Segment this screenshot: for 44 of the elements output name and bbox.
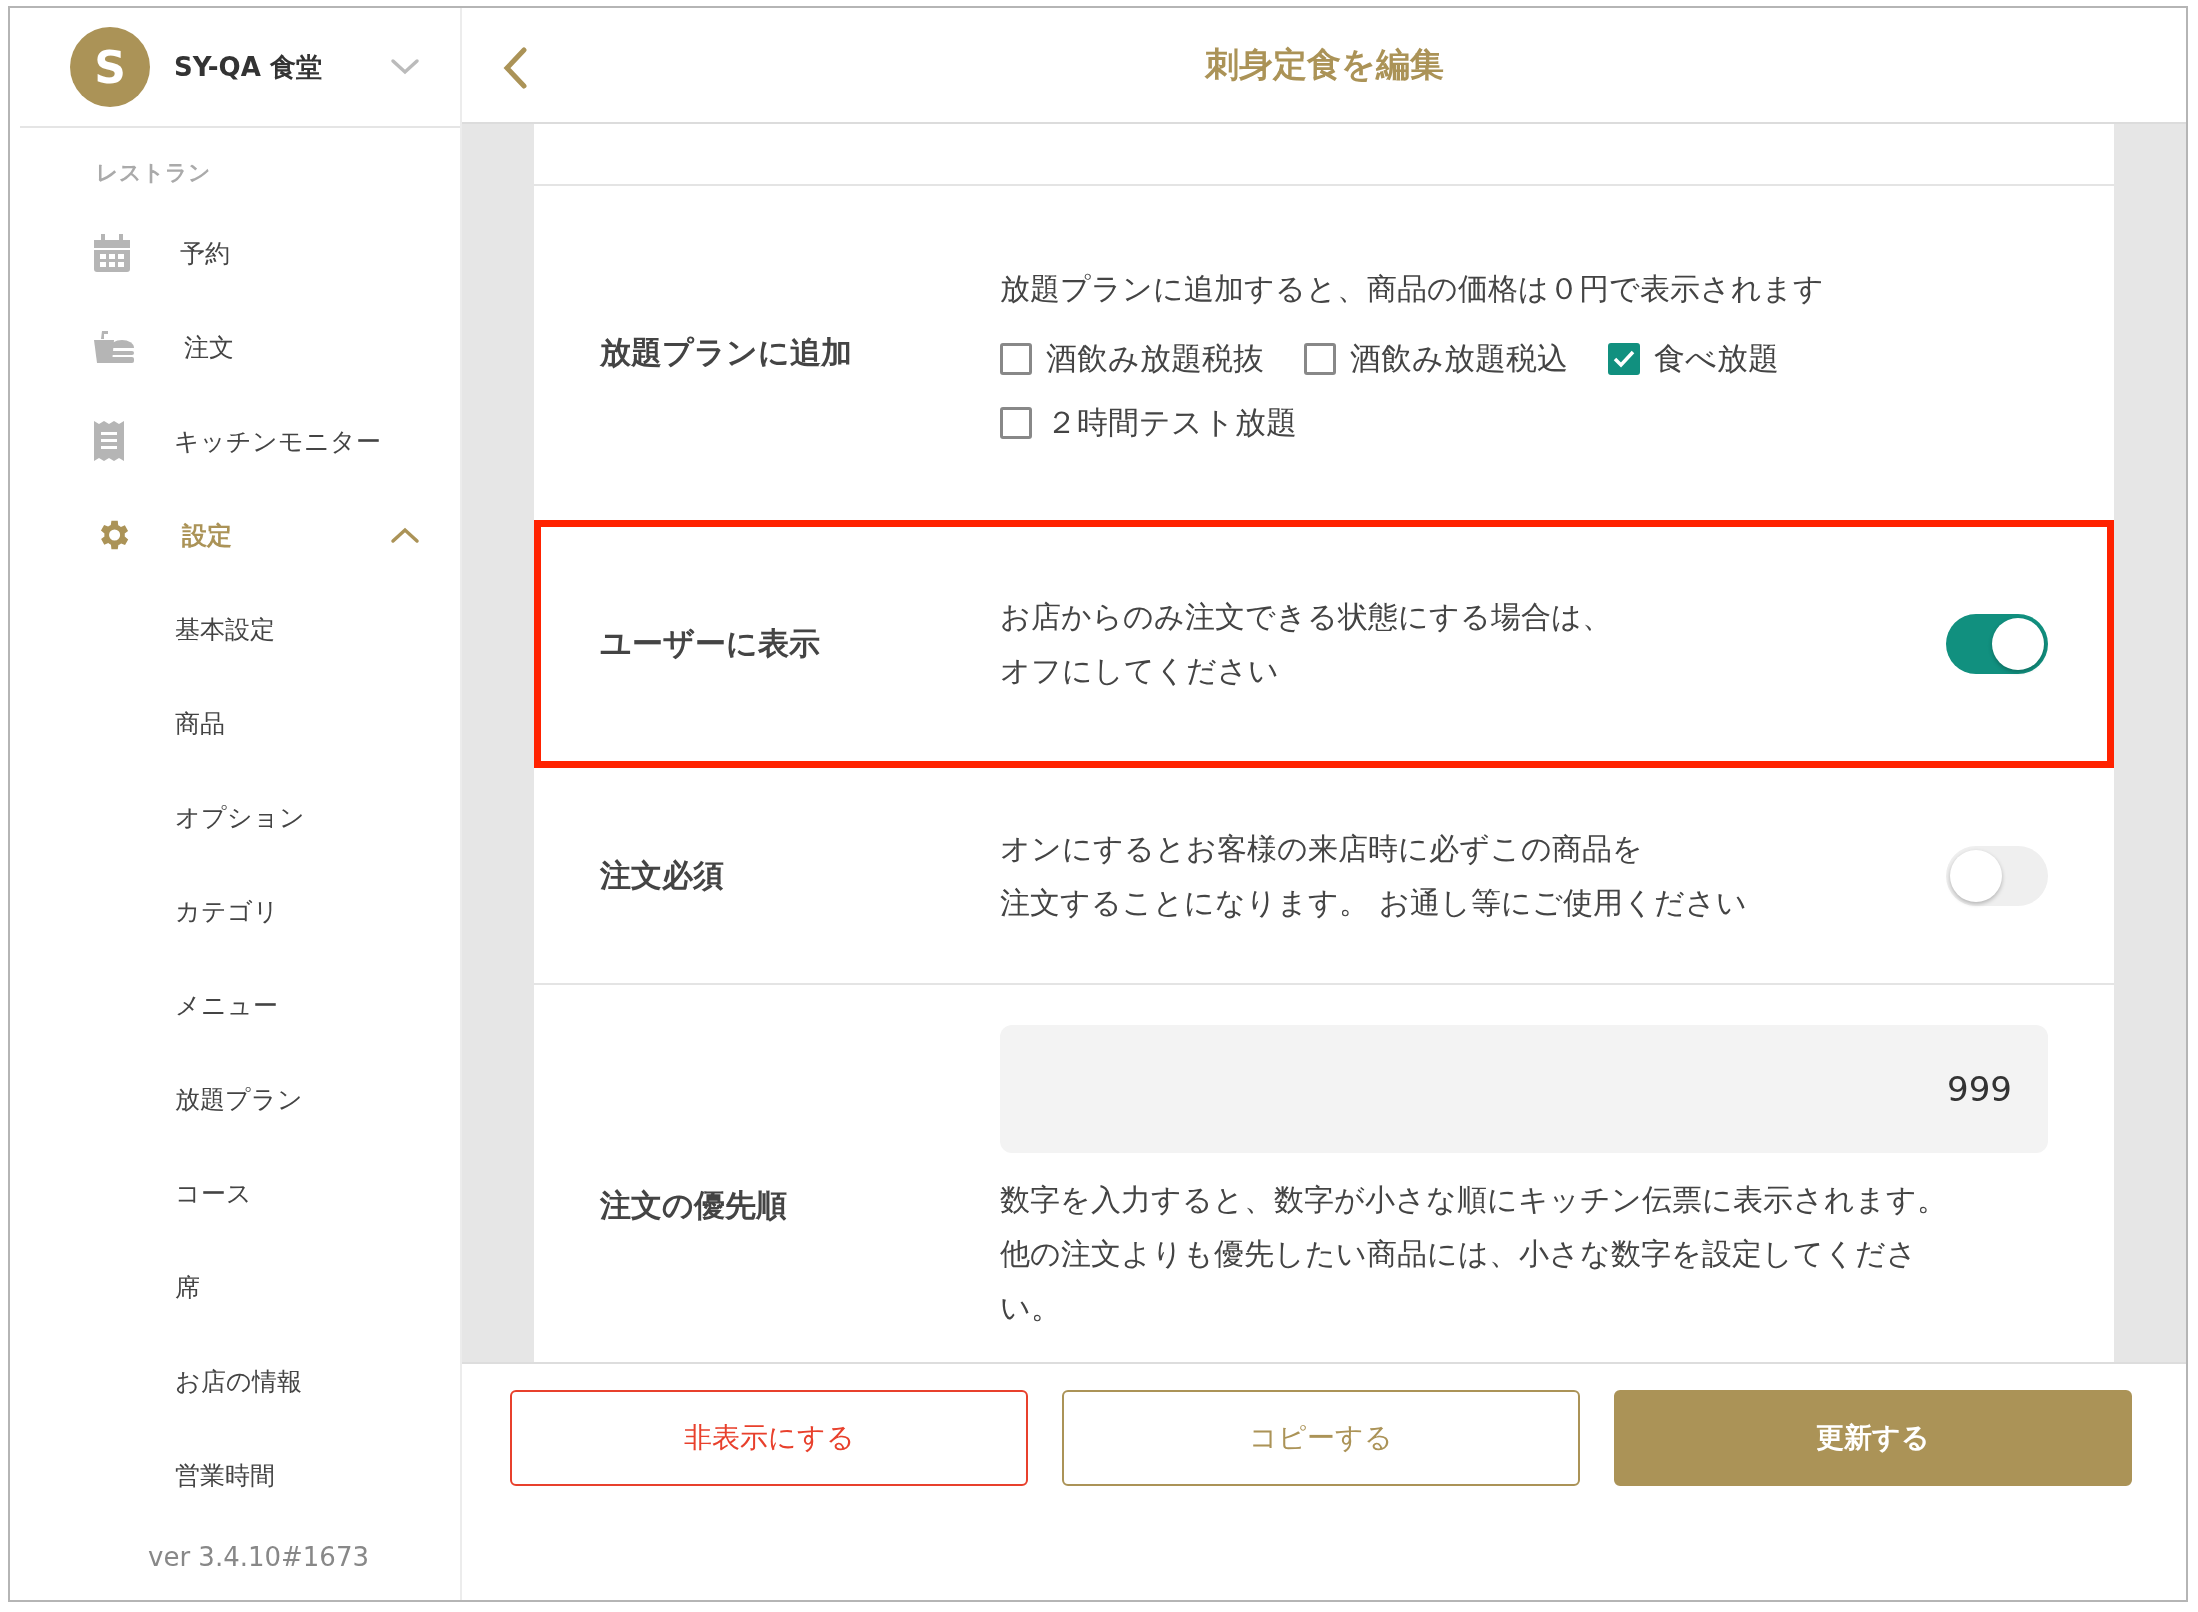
toggle-switch[interactable] [1946, 614, 2048, 674]
shop-avatar: S [70, 27, 150, 107]
shop-name[interactable]: SY-QA 食堂 [174, 49, 366, 85]
field-description: お店からのみ注文できる状態にする場合は、 オフにしてください [1000, 598, 1613, 690]
checkbox-label[interactable]: ２時間テスト放題 [1046, 402, 1297, 444]
sidebar-subitem[interactable]: 基本設定 [10, 582, 460, 676]
action-button[interactable]: 非表示にする [510, 1390, 1028, 1486]
checkbox-label[interactable]: 酒飲み放題税抜 [1046, 338, 1264, 380]
field-description: 放題プランに追加すると、商品の価格は０円で表示されます [1000, 270, 1825, 308]
page-title: 刺身定食を編集 [1204, 43, 1444, 86]
checkbox-label[interactable]: 酒飲み放題税込 [1350, 338, 1568, 380]
section-label: レストラン [95, 159, 212, 187]
sidebar-item[interactable]: 予約 [10, 206, 460, 300]
checkbox-label[interactable]: 食べ放題 [1654, 338, 1779, 380]
version-text: ver 3.4.10#1673 [147, 1541, 370, 1574]
sidebar-subitem[interactable]: 商品 [10, 676, 460, 770]
sidebar-subitem[interactable]: メニュー [10, 958, 460, 1052]
drink-burger-icon [94, 331, 134, 363]
back-button[interactable] [502, 46, 528, 90]
sidebar-subitem[interactable]: お店の情報 [10, 1334, 460, 1428]
calendar-icon [94, 234, 130, 272]
dropdown-icon[interactable] [390, 58, 420, 76]
sidebar-subitem[interactable]: コース [10, 1146, 460, 1240]
collapse-icon[interactable] [390, 526, 420, 544]
field-label: 注文の優先順 [600, 1186, 788, 1225]
sidebar-subitem[interactable]: カテゴリ [10, 864, 460, 958]
number-field[interactable]: 999 [1000, 1025, 2048, 1153]
field-description: オンにするとお客様の来店時に必ずこの商品を 注文することになります。 お通し等にご使用ください [1000, 829, 1748, 922]
field-label: 注文必須 [600, 855, 725, 895]
sidebar-subitem[interactable]: 放題プラン [10, 1052, 460, 1146]
sidebar-subitem[interactable]: オプション [10, 770, 460, 864]
checkbox[interactable] [1000, 343, 1032, 375]
sidebar-item[interactable]: キッチンモニター [10, 394, 460, 488]
sidebar-subitem[interactable]: 営業時間 [10, 1428, 460, 1522]
field-description: 数字を入力すると、数字が小さな順にキッチン伝票に表示されます。 他の注文よりも優先したい商品には、小さな数字を設定してくださ い。 [1000, 1181, 1948, 1327]
checkbox[interactable] [1304, 343, 1336, 375]
checkbox[interactable] [1608, 343, 1640, 375]
sidebar-subitem[interactable]: 席 [10, 1240, 460, 1334]
sidebar-item[interactable]: 注文 [10, 300, 460, 394]
field-label: 放題プランに追加 [600, 333, 853, 372]
receipt-icon [94, 421, 124, 461]
checkbox[interactable] [1000, 407, 1032, 439]
check-icon [1613, 350, 1635, 368]
field-label: ユーザーに表示 [600, 624, 821, 663]
